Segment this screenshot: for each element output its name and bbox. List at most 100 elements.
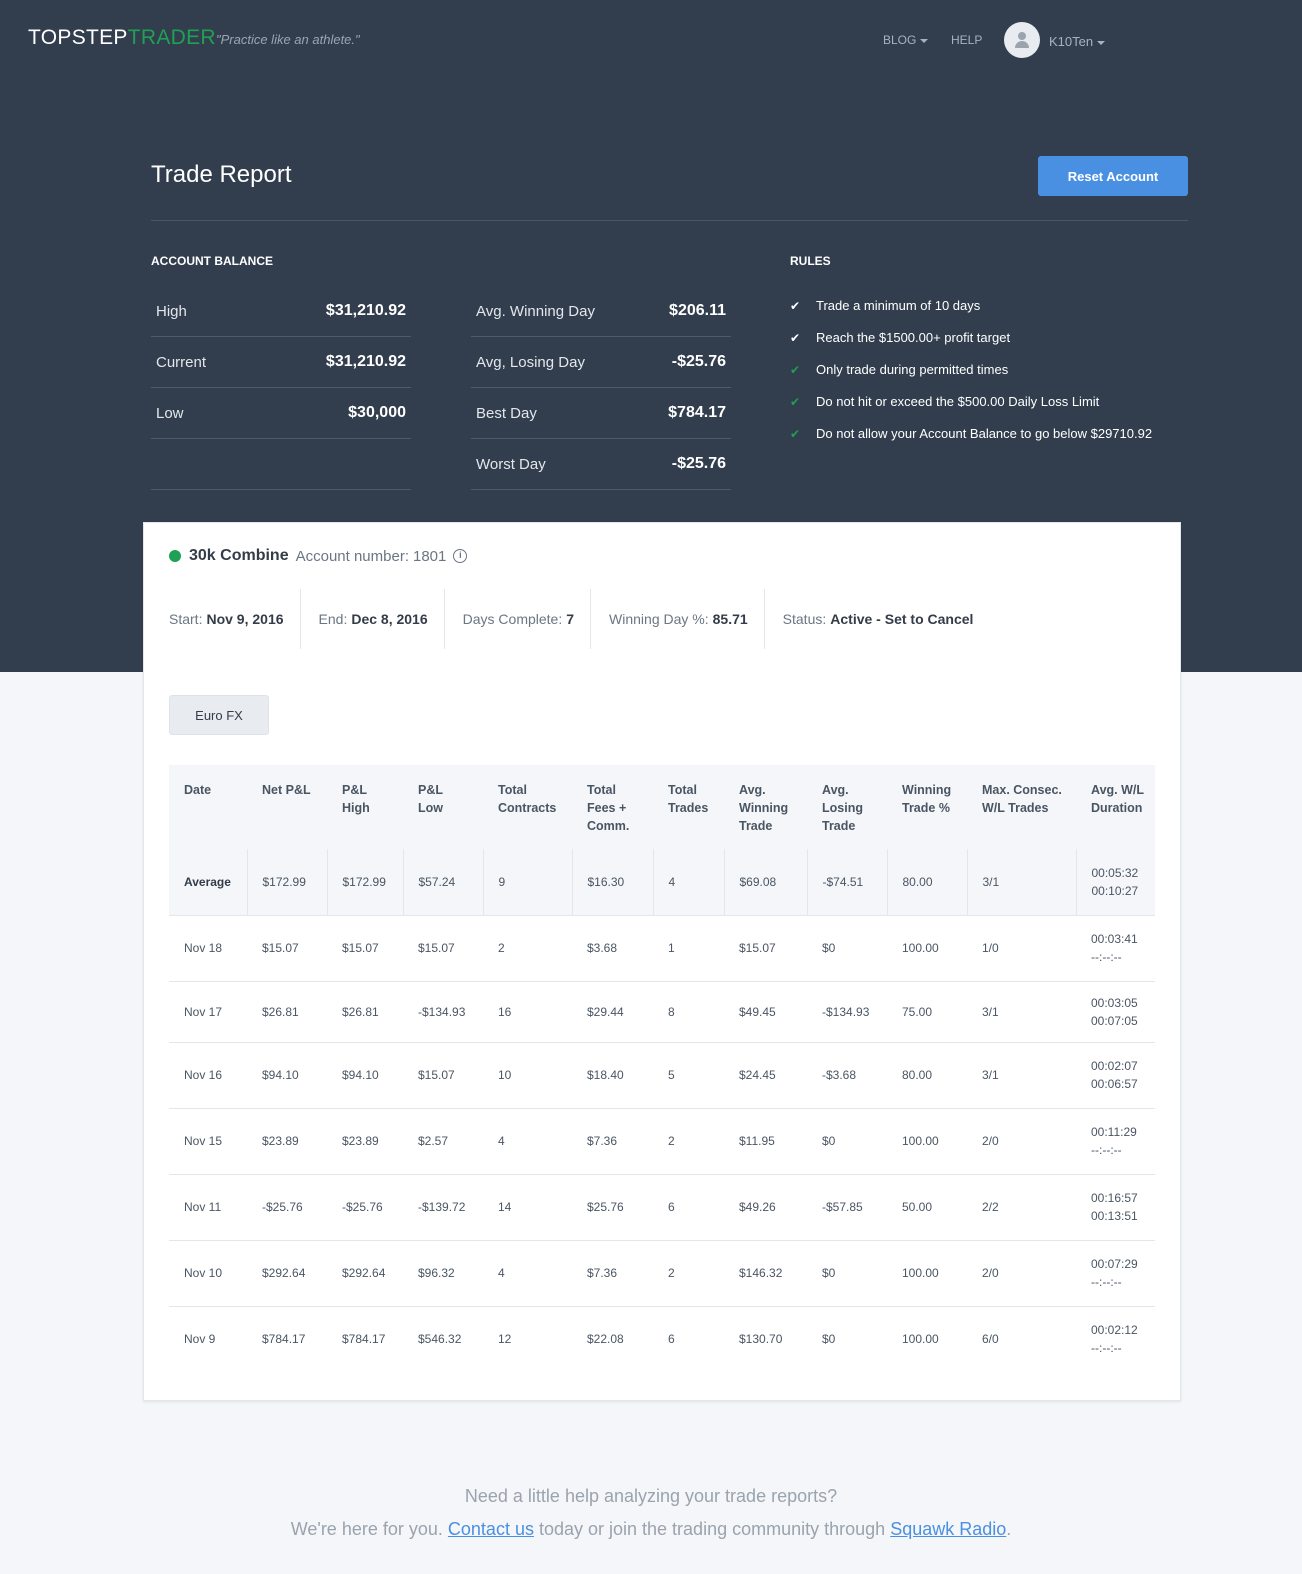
avg-loss-duration: 00:10:27 [1091,883,1139,898]
logo-text-topstep: TOPSTEP [28,26,128,49]
avg-loss-duration: 00:06:57 [1091,1077,1138,1091]
check-icon: ✔ [790,331,801,345]
balance-row-low: Low $30,000 [151,388,411,439]
table-cell: $0 [807,915,887,982]
balance-label: Avg, Losing Day [476,353,585,371]
table-cell: 100.00 [887,915,967,982]
meta-start: Start: Nov 9, 2016 [169,589,301,649]
table-cell: $784.17 [262,1332,306,1347]
table-cell: 4 [483,1240,572,1307]
table-cell: 6 [653,1174,724,1241]
reset-account-button[interactable]: Reset Account [1038,156,1188,196]
header-line: P&L [342,783,367,797]
table-cell: -$134.93 [807,981,887,1043]
table-cell: -$57.85 [807,1174,887,1241]
account-balance-title: ACCOUNT BALANCE [151,254,273,268]
header-line: Winning [739,801,789,815]
avg-loss-duration: --:--:-- [1091,1341,1122,1356]
table-cell: 8 [653,981,724,1043]
user-name: K10Ten [1049,34,1094,49]
contact-us-link[interactable]: Contact us [448,1519,534,1539]
status-dot-icon [169,550,181,562]
balance-row-avg-winning-day: Avg. Winning Day $206.11 [471,286,731,337]
table-cell: 2 [653,1108,724,1175]
table-cell: 1 [653,915,724,982]
table-cell: $130.70 [739,1332,783,1347]
table-cell: $22.08 [587,1332,624,1347]
trade-table: Date Net P&L P&L High P&L Low Total Contracts To… [169,765,1155,1372]
table-cell: 5 [653,1042,724,1109]
table-row: Nov 17 $26.81 $26.81 -$134.93 16 $29.44 8 $49.4… [169,981,1155,1043]
instrument-tab-euro-fx[interactable]: Euro FX [169,695,269,735]
table-header-cell: Date [169,765,247,849]
header-line: Trade % [902,801,950,815]
nav-blog-dropdown[interactable]: BLOG [883,33,929,47]
table-row: Nov 15 $23.89 $23.89 $2.57 4 $7.36 2 $11.95 $0 10… [169,1108,1155,1175]
avg-win-duration: 00:05:32 [1091,865,1139,880]
table-cell: 14 [483,1174,572,1241]
balance-value: $30,000 [348,404,406,421]
check-icon: ✔ [790,427,801,441]
table-cell: $94.10 [247,1042,327,1109]
avg-win-duration: 00:03:41 [1091,932,1138,946]
header-line: Avg. W/L [1091,783,1145,797]
table-cell: $7.36 [572,1108,653,1175]
avatar[interactable] [1004,22,1040,58]
table-row: Nov 11 -$25.76 -$25.76 -$139.72 14 $25.76 6 $49… [169,1174,1155,1241]
table-header-cell: Max. Consec. W/L Trades [967,765,1076,849]
info-icon[interactable]: i [453,549,468,563]
table-cell: $292.64 [247,1240,327,1307]
header-line: Losing [822,801,863,815]
balance-label: Avg. Winning Day [476,302,595,320]
combine-meta: Start: Nov 9, 2016 End: Dec 8, 2016 Days… [169,589,1007,649]
table-cell: $25.76 [572,1174,653,1241]
table-cell: -$25.76 [327,1174,403,1241]
table-cell: -$134.93 [403,981,483,1043]
logo[interactable]: TOPSTEPTRADER [28,26,216,50]
table-cell: 2/0 [967,1240,1076,1307]
table-row: Nov 18 $15.07 $15.07 $15.07 2 $3.68 1 $15.07 $0 1… [169,915,1155,982]
header-line: Total [587,783,616,797]
header-line: Date [184,783,212,797]
user-menu-dropdown[interactable]: K10Ten [1049,34,1106,49]
meta-end: End: Dec 8, 2016 [319,589,445,649]
table-cell: $7.36 [572,1240,653,1307]
page-title: Trade Report [151,161,292,188]
balance-row-empty [151,439,411,490]
table-cell: $15.07 [247,915,327,982]
footer-text: today or join the trading community thro… [538,1519,886,1539]
table-cell: $23.89 [327,1108,403,1175]
header-line: Max. Consec. [982,783,1062,797]
balance-label: Current [156,353,207,371]
table-row: Nov 9 $784.17 $784.17 $546.32 12 $22.08 6 $130.… [169,1306,1155,1372]
user-icon-body [1015,41,1029,48]
chevron-down-icon [1097,40,1106,45]
account-number: 1801 [413,547,447,565]
table-cell: Nov 11 [169,1174,247,1241]
table-cell: $15.07 [403,1042,483,1109]
meta-status: Status: Active - Set to Cancel [783,589,990,649]
header-line: Avg. [739,783,766,797]
balance-column-left: High $31,210.92 Current $31,210.92 Low $… [151,286,411,490]
table-cell: $0 [807,1108,887,1175]
duration-cell: 00:16:57 00:13:51 [1076,1174,1155,1241]
footer-help-text: Need a little help analyzing your trade … [464,1486,838,1506]
account-number-label: Account number: [295,547,409,565]
squawk-radio-link[interactable]: Squawk Radio [890,1519,1006,1539]
nav-help-link[interactable]: HELP [951,33,982,47]
table-cell: $96.32 [403,1240,483,1307]
table-cell: 2 [653,1240,724,1307]
avg-loss-duration: 00:13:51 [1091,1209,1138,1223]
table-cell: 1/0 [967,915,1076,982]
header-line: Fees + [587,801,627,815]
tagline: "Practice like an athlete." [216,32,360,47]
avg-win-duration: 00:02:12 [1091,1323,1138,1338]
table-cell: 4 [483,1108,572,1175]
avg-win-duration: 00:07:29 [1091,1257,1138,1271]
table-header-cell: Net P&L [247,765,327,849]
duration-cell: 00:02:12 --:--:-- [1076,1306,1155,1372]
meta-key: Days Complete: [462,611,563,627]
table-cell: $26.81 [247,981,327,1043]
combine-header: 30k Combine Account number: 1801 i [169,547,468,565]
header-line: Comm. [587,819,630,833]
